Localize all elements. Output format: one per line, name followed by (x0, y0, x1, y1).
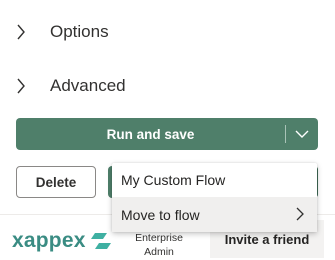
menu-item-label: My Custom Flow (121, 172, 226, 188)
delete-button[interactable]: Delete (16, 166, 96, 198)
run-and-save-button[interactable]: Run and save (16, 118, 285, 150)
run-and-save-dropdown-button[interactable] (286, 118, 318, 150)
flow-menu: My Custom Flow Move to flow (112, 163, 317, 232)
edition-line-2: Admin (144, 246, 174, 258)
edition-line-1: Enterprise (135, 232, 183, 244)
advanced-expander[interactable]: Advanced (16, 72, 126, 100)
logo-wordmark: xappex (12, 229, 86, 252)
advanced-label: Advanced (50, 76, 126, 95)
menu-item-move-to-flow[interactable]: Move to flow (112, 197, 317, 232)
chevron-right-icon (16, 23, 30, 41)
xappex-logo: xappex (12, 229, 111, 253)
chevron-right-icon (296, 207, 304, 221)
chevron-right-icon (16, 77, 30, 95)
menu-item-label: Move to flow (121, 206, 200, 223)
edition-label: Enterprise Admin (128, 231, 190, 259)
run-and-save-split-button: Run and save (16, 118, 318, 150)
chevron-down-icon (295, 130, 309, 138)
options-expander[interactable]: Options (16, 18, 109, 46)
options-label: Options (50, 22, 109, 41)
logo-mark-icon (90, 233, 111, 249)
menu-item-my-custom-flow[interactable]: My Custom Flow (112, 163, 317, 197)
